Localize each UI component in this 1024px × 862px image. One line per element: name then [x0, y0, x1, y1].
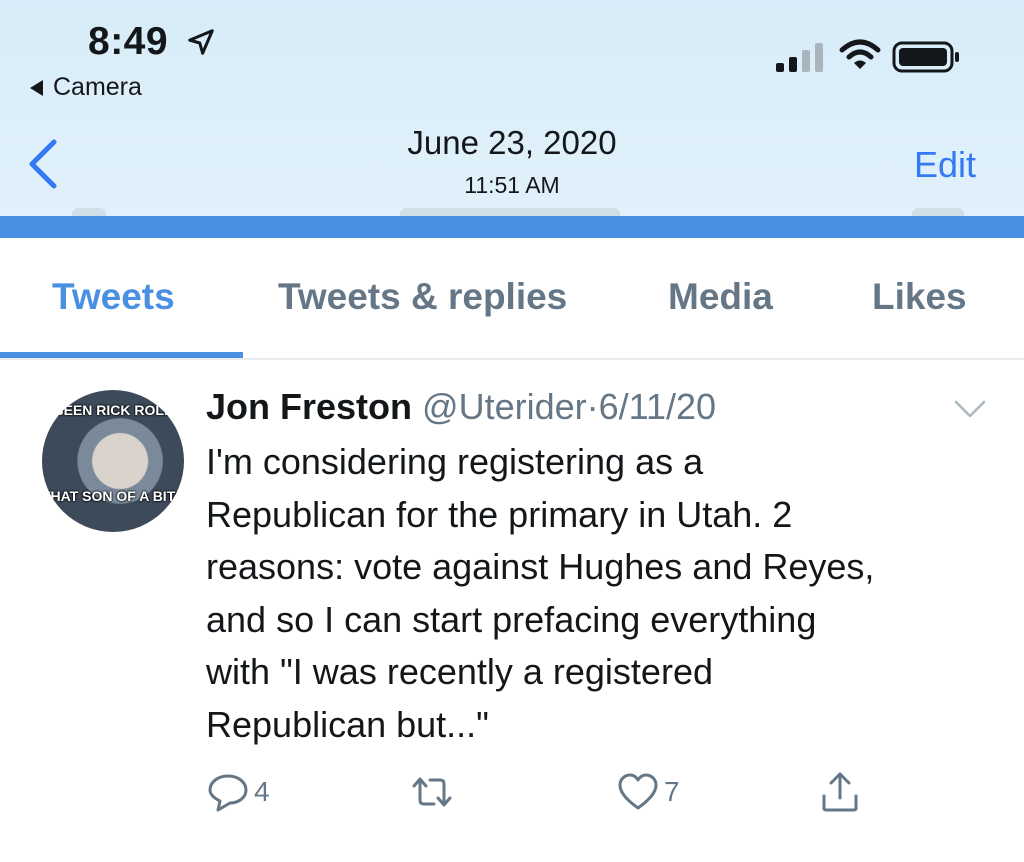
reply-button[interactable]: 4: [206, 770, 270, 814]
like-button[interactable]: 7: [616, 770, 680, 814]
wifi-icon: [839, 39, 881, 69]
retweet-button[interactable]: [410, 770, 458, 814]
back-app-label: Camera: [53, 73, 142, 101]
heart-icon: [618, 773, 658, 810]
tab-media[interactable]: Media: [668, 276, 773, 318]
avatar-caption-bottom: THAT SON OF A BITCH: [42, 488, 184, 504]
reply-icon: [208, 774, 248, 812]
reply-count: 4: [254, 776, 270, 807]
photos-header: 8:49 Camera June 23, 2020 11:51 AM Edit: [0, 0, 1024, 216]
tweet-actions: 4 7: [0, 770, 1024, 822]
cropped-artifact: [400, 208, 620, 216]
battery-icon: [892, 41, 959, 73]
edit-button[interactable]: Edit: [914, 144, 976, 186]
tweet-date[interactable]: 6/11/20: [599, 386, 716, 427]
status-time: 8:49: [88, 20, 169, 63]
photo-time: 11:51 AM: [464, 172, 560, 198]
author-handle[interactable]: @Uterider: [422, 386, 587, 427]
avatar[interactable]: BEEN RICK ROLL THAT SON OF A BITCH: [42, 390, 184, 532]
tweet-text: I'm considering registering as a Republi…: [206, 436, 1006, 751]
back-to-camera[interactable]: Camera: [30, 73, 142, 102]
tab-tweets[interactable]: Tweets: [52, 276, 175, 318]
meta-separator: ·: [586, 386, 599, 427]
back-triangle-icon: [30, 79, 43, 96]
tweet-text-line: reasons: vote against Hughes and Reyes,: [206, 546, 875, 587]
avatar-caption-top: BEEN RICK ROLL: [53, 402, 173, 418]
tweet-text-line: with "I was recently a registered: [206, 651, 713, 692]
like-count: 7: [664, 776, 680, 807]
share-button[interactable]: [818, 770, 862, 814]
retweet-icon: [412, 777, 452, 807]
photo-date: June 23, 2020: [407, 124, 617, 161]
tweet-text-line: Republican for the primary in Utah. 2: [206, 493, 793, 535]
tweet-text-line: Republican but...": [206, 703, 489, 745]
profile-tabs: Tweets Tweets & replies Media Likes: [0, 238, 1024, 360]
cropped-artifact: [72, 208, 106, 216]
tweet-text-line: I'm considering registering as a: [206, 441, 704, 482]
location-arrow-icon: [188, 29, 214, 55]
author-name[interactable]: Jon Freston: [206, 386, 412, 427]
tweet-header: Jon Freston @Uterider·6/11/20: [206, 386, 716, 428]
tab-tweets-replies[interactable]: Tweets & replies: [278, 276, 567, 318]
tweet-text-line: and so I can start prefacing everything: [206, 598, 817, 640]
share-icon: [822, 772, 858, 812]
chevron-down-icon[interactable]: [952, 396, 988, 422]
tab-likes[interactable]: Likes: [872, 276, 967, 318]
profile-banner-strip: [0, 216, 1024, 238]
cropped-artifact: [912, 208, 964, 216]
cellular-signal-icon: [776, 43, 823, 72]
active-tab-indicator: [0, 352, 243, 358]
